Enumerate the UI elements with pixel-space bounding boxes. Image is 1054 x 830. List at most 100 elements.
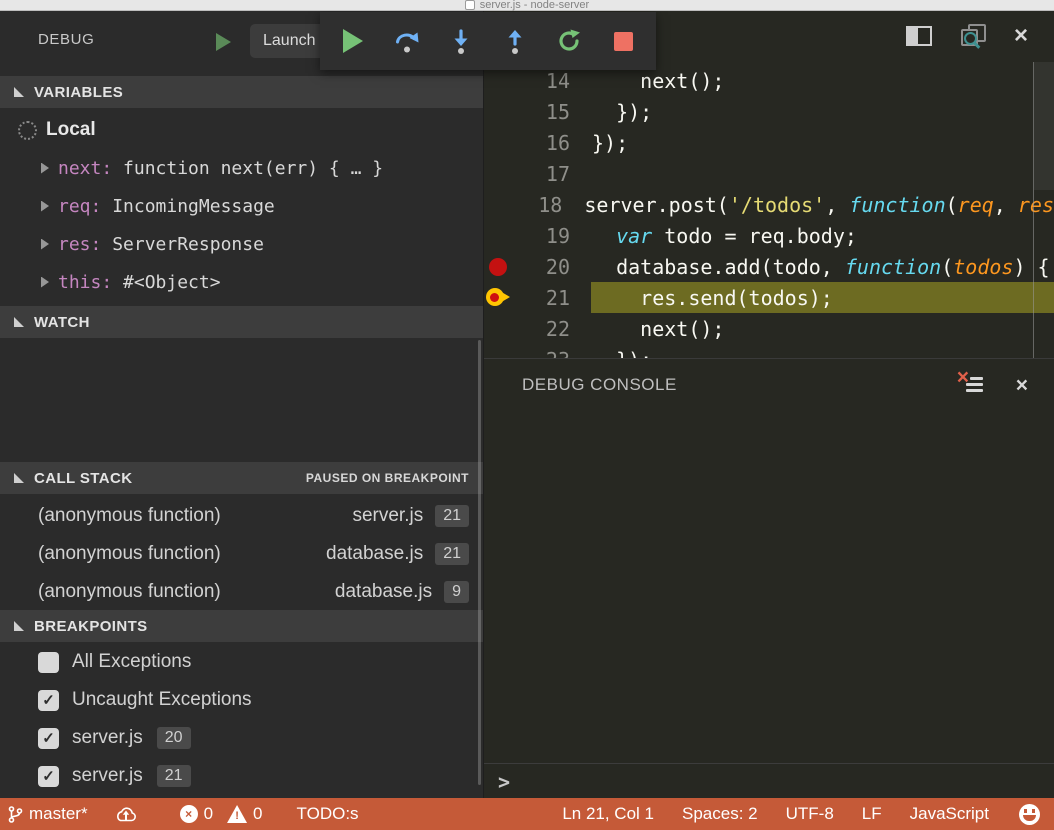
start-debug-icon[interactable] (216, 33, 231, 51)
code-line[interactable]: 18 server.post('/todos', function(req, r… (484, 189, 1054, 220)
close-editor-icon[interactable]: × (1014, 24, 1028, 48)
debug-console-input[interactable]: > (484, 763, 1054, 799)
line-number[interactable]: 18 (512, 193, 562, 217)
callstack-section-header[interactable]: CALL STACK PAUSED ON BREAKPOINT (0, 462, 483, 494)
line-number[interactable]: 15 (512, 100, 570, 124)
editor-scrollbar[interactable] (1034, 62, 1054, 190)
code-editor[interactable]: 14 next(); 15 }); 16 }); 17 18 (484, 62, 1054, 358)
stack-frame-row[interactable]: (anonymous function) server.js 21 (0, 497, 483, 535)
step-out-icon (504, 28, 526, 55)
close-panel-icon[interactable]: × (1016, 375, 1028, 396)
line-number[interactable]: 16 (512, 131, 570, 155)
breakpoints-section-header[interactable]: BREAKPOINTS (0, 610, 483, 642)
step-out-button[interactable] (493, 19, 537, 63)
step-over-button[interactable] (385, 19, 429, 63)
code-line[interactable]: 22 next(); (484, 313, 1054, 344)
restart-icon (555, 27, 583, 55)
gutter[interactable] (484, 158, 512, 189)
paused-breakpoint-pointer-icon[interactable] (486, 287, 512, 307)
language-mode-item[interactable]: JavaScript (910, 804, 989, 824)
gutter[interactable] (484, 220, 512, 251)
watch-section-header[interactable]: WATCH (0, 306, 483, 338)
checkbox-checked[interactable]: ✓ (38, 690, 59, 711)
gutter[interactable] (484, 344, 512, 358)
error-count-item[interactable]: × 0 (180, 804, 213, 824)
code-line[interactable]: 20 database.add(todo, function(todos) { (484, 251, 1054, 282)
error-icon: × (180, 805, 198, 823)
breakpoint-icon[interactable] (489, 258, 507, 276)
current-execution-line[interactable]: 21 res.send(todos); (484, 282, 1054, 313)
line-number[interactable]: 21 (512, 286, 570, 310)
code-line[interactable]: 15 }); (484, 96, 1054, 127)
smiley-icon (1019, 804, 1040, 825)
variable-row[interactable]: req: IncomingMessage (0, 187, 483, 225)
code-line[interactable]: 23 }); (484, 344, 1054, 358)
stop-button[interactable] (601, 19, 645, 63)
document-icon (465, 0, 475, 10)
spinner-icon (18, 121, 37, 140)
breakpoint-row[interactable]: ✓ server.js 21 (0, 757, 483, 795)
split-editor-icon[interactable] (906, 26, 932, 46)
variables-scope-row[interactable]: Local (0, 111, 483, 149)
clear-console-icon[interactable]: × (960, 374, 986, 396)
code-line[interactable]: 19 var todo = req.body; (484, 220, 1054, 251)
breakpoint-row[interactable]: ✓ Uncaught Exceptions (0, 681, 483, 719)
variable-row[interactable]: res: ServerResponse (0, 225, 483, 263)
editor-scrollbar-border (1033, 62, 1034, 358)
line-number[interactable]: 14 (512, 69, 570, 93)
expand-icon[interactable] (41, 239, 49, 250)
warning-count-item[interactable]: ! 0 (227, 804, 262, 824)
gutter[interactable] (484, 189, 512, 220)
checkbox-checked[interactable]: ✓ (38, 766, 59, 787)
indentation-item[interactable]: Spaces: 2 (682, 804, 758, 824)
todo-item[interactable]: TODO:s (297, 804, 359, 824)
code-line[interactable]: 17 (484, 158, 1054, 189)
continue-button[interactable] (331, 19, 375, 63)
restart-button[interactable] (547, 19, 591, 63)
open-preview-icon[interactable] (960, 24, 986, 48)
breakpoint-label: server.js (72, 765, 143, 787)
sidebar-scrollbar[interactable] (478, 340, 481, 785)
variable-row[interactable]: this: #<Object> (0, 263, 483, 301)
gutter[interactable] (484, 96, 512, 127)
cursor-position-item[interactable]: Ln 21, Col 1 (562, 804, 654, 824)
breakpoint-row[interactable]: ✓ server.js 20 (0, 719, 483, 757)
line-number[interactable]: 23 (512, 348, 570, 359)
gutter[interactable] (484, 313, 512, 344)
sync-item[interactable] (114, 806, 138, 823)
code-line[interactable]: 16 }); (484, 127, 1054, 158)
breakpoint-label: Uncaught Exceptions (72, 689, 252, 711)
breakpoints-section-title: BREAKPOINTS (34, 618, 148, 635)
variables-section-title: VARIABLES (34, 84, 123, 101)
expand-icon[interactable] (41, 201, 49, 212)
git-branch-item[interactable]: master* (8, 804, 88, 824)
line-number[interactable]: 17 (512, 162, 570, 186)
paused-status-badge: PAUSED ON BREAKPOINT (306, 471, 469, 485)
gutter[interactable] (484, 251, 512, 282)
checkbox-unchecked[interactable] (38, 652, 59, 673)
checkbox-checked[interactable]: ✓ (38, 728, 59, 749)
frame-line-badge: 21 (435, 505, 469, 527)
variables-section-header[interactable]: VARIABLES (0, 76, 483, 108)
eol-label: LF (862, 804, 882, 824)
step-into-button[interactable] (439, 19, 483, 63)
expand-icon[interactable] (41, 277, 49, 288)
line-number[interactable]: 19 (512, 224, 570, 248)
stack-frame-row[interactable]: (anonymous function) database.js 9 (0, 573, 483, 611)
eol-item[interactable]: LF (862, 804, 882, 824)
line-number[interactable]: 22 (512, 317, 570, 341)
line-number[interactable]: 20 (512, 255, 570, 279)
gutter[interactable] (484, 127, 512, 158)
cursor-position: Ln 21, Col 1 (562, 804, 654, 824)
stack-frame-row[interactable]: (anonymous function) database.js 21 (0, 535, 483, 573)
frame-name: (anonymous function) (38, 505, 352, 527)
variable-row[interactable]: next: function next(err) { … } (0, 149, 483, 187)
debug-console-panel: DEBUG CONSOLE × × > (484, 358, 1054, 799)
feedback-item[interactable] (1019, 804, 1040, 825)
encoding-item[interactable]: UTF-8 (786, 804, 834, 824)
collapse-icon (14, 317, 24, 327)
expand-icon[interactable] (41, 163, 49, 174)
todo-label: TODO:s (297, 804, 359, 824)
gutter[interactable] (484, 282, 512, 313)
breakpoint-row[interactable]: All Exceptions (0, 643, 483, 681)
